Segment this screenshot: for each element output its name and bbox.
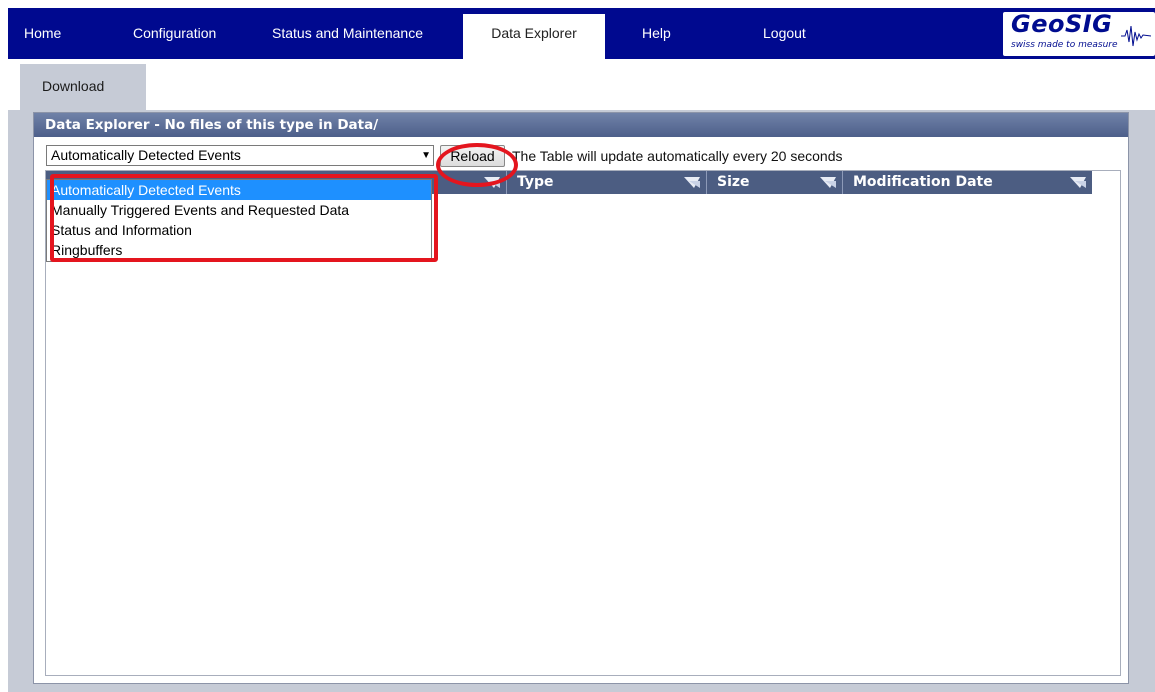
nav-home[interactable]: Home [24, 8, 61, 59]
top-navbar: Home Configuration Status and Maintenanc… [8, 8, 1155, 59]
column-size-label: Size [717, 174, 750, 190]
sort-icon [684, 177, 700, 188]
logo-tagline: swiss made to measure [1011, 40, 1118, 50]
column-header-modification-date[interactable]: Modification Date [842, 171, 1092, 194]
chevron-down-icon: ▼ [421, 150, 431, 161]
nav-data-explorer[interactable]: Data Explorer [463, 14, 605, 59]
file-type-select-value: Automatically Detected Events [51, 147, 241, 163]
nav-status-maintenance[interactable]: Status and Maintenance [272, 8, 423, 59]
sort-icon [820, 177, 836, 188]
column-type-label: Type [517, 174, 554, 190]
column-header-size[interactable]: Size [706, 171, 842, 194]
nav-help[interactable]: Help [642, 8, 671, 59]
column-header-type[interactable]: Type [506, 171, 706, 194]
auto-refresh-note: The Table will update automatically ever… [512, 148, 843, 164]
sort-icon [1070, 177, 1086, 188]
reload-highlight-annotation [436, 143, 518, 187]
geosig-logo: GeoSIG swiss made to measure [1003, 10, 1155, 56]
dropdown-highlight-annotation [50, 174, 438, 262]
panel-title: Data Explorer - No files of this type in… [34, 113, 1128, 137]
nav-logout[interactable]: Logout [763, 8, 806, 59]
seismic-wave-icon [1121, 25, 1151, 47]
file-type-select[interactable]: Automatically Detected Events ▼ [46, 145, 434, 166]
sub-navbar: Download [8, 59, 1155, 110]
tab-download[interactable]: Download [20, 64, 146, 110]
column-date-label: Modification Date [853, 174, 993, 190]
nav-configuration[interactable]: Configuration [133, 8, 216, 59]
logo-name: GeoSIG [1011, 10, 1113, 38]
